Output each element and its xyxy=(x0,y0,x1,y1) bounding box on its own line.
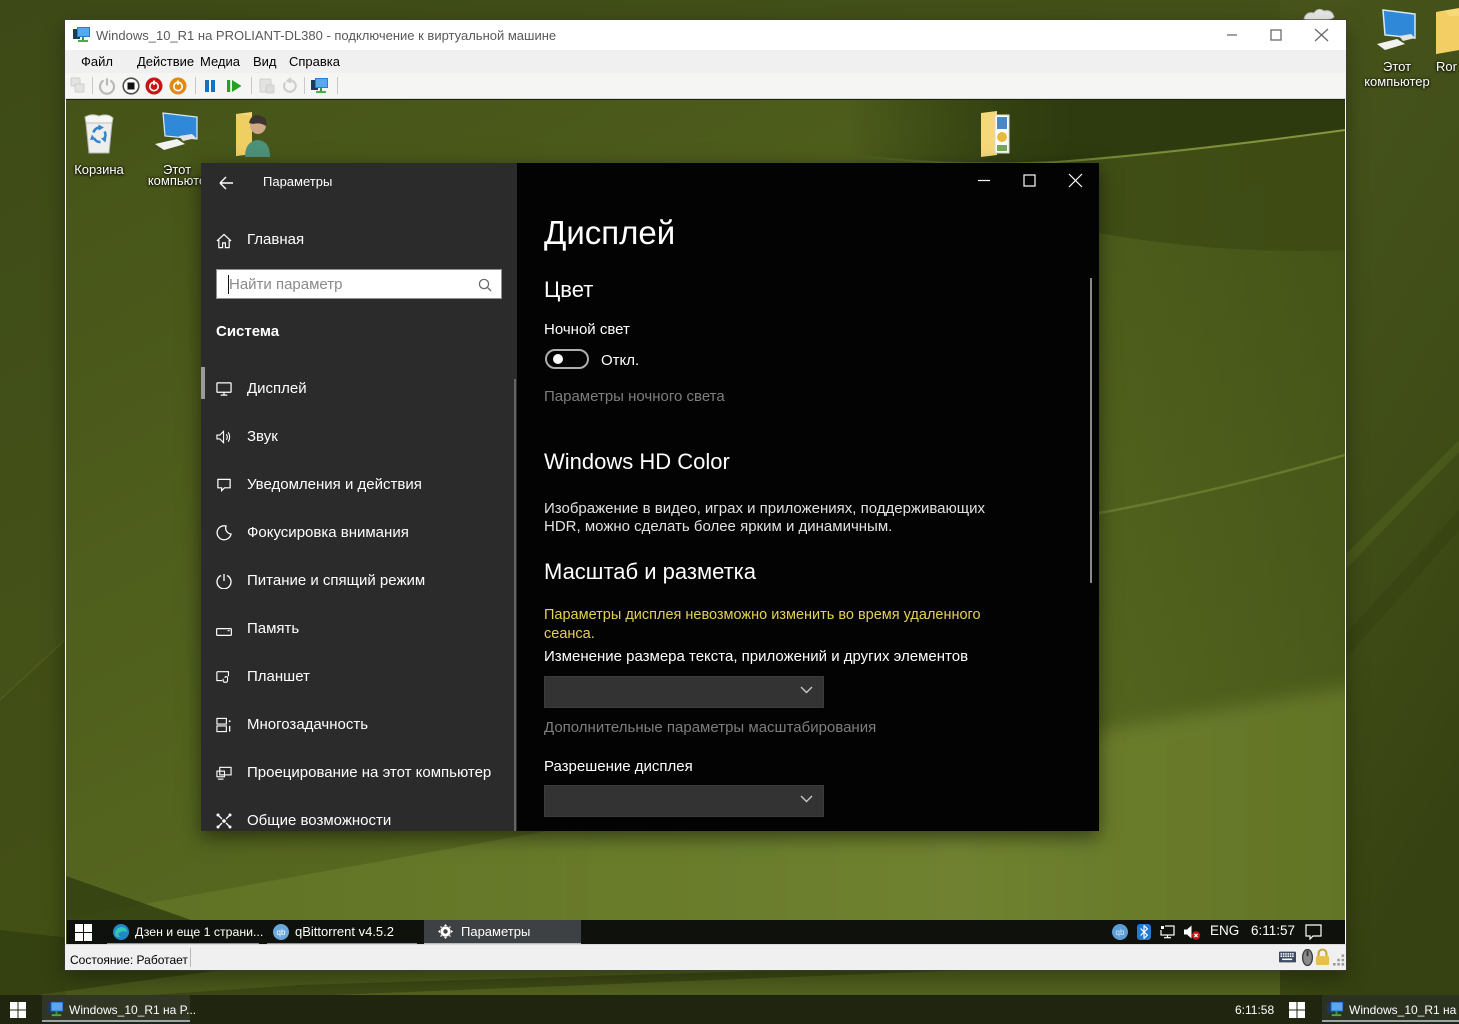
svg-text:qb: qb xyxy=(277,928,286,937)
svg-text:qb: qb xyxy=(1116,928,1125,937)
